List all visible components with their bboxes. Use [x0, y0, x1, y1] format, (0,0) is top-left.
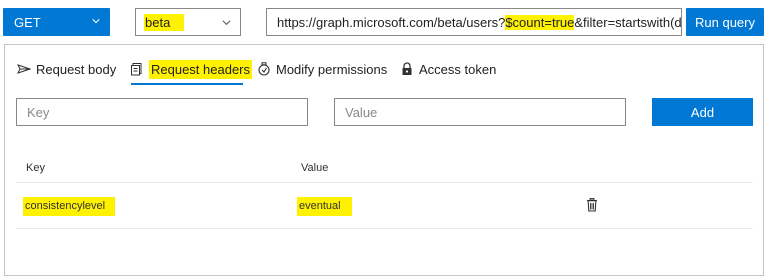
add-header-button[interactable]: Add — [652, 98, 753, 126]
header-key-input[interactable]: Key — [16, 98, 308, 126]
graph-explorer: GET beta https://graph.microsoft.com/bet… — [0, 0, 768, 280]
tab-modify-permissions[interactable]: Modify permissions — [257, 58, 387, 80]
table-row: consistencylevel eventual — [16, 183, 753, 229]
tab-request-headers[interactable]: Request headers — [130, 58, 253, 80]
version-dropdown[interactable]: beta — [135, 8, 241, 36]
url-text-highlight: $count=true — [505, 14, 575, 30]
permissions-icon — [258, 62, 270, 76]
run-query-button[interactable]: Run query — [686, 8, 764, 36]
method-label: GET — [14, 14, 41, 30]
header-value-input[interactable]: Value — [334, 98, 626, 126]
chevron-down-icon — [92, 19, 100, 24]
url-text-after: &filter=startswith(d... — [574, 14, 682, 30]
header-value-cell: eventual — [297, 197, 352, 216]
header-key-cell: consistencylevel — [23, 197, 116, 216]
request-panel: Request body Request headers Modify perm… — [4, 44, 764, 276]
delete-icon[interactable] — [586, 198, 598, 212]
chevron-down-icon — [222, 20, 231, 26]
version-label: beta — [144, 13, 185, 31]
send-icon — [17, 64, 31, 74]
lock-icon — [402, 62, 412, 75]
url-input[interactable]: https://graph.microsoft.com/beta/users? $… — [266, 8, 682, 36]
request-tabs: Request body Request headers Modify perm… — [5, 45, 763, 87]
column-header-value: Value — [301, 162, 329, 174]
active-tab-indicator — [131, 83, 243, 85]
tab-request-body[interactable]: Request body — [17, 58, 116, 80]
url-text-before: https://graph.microsoft.com/beta/users? — [277, 14, 506, 30]
method-dropdown[interactable]: GET — [3, 8, 110, 36]
tab-label: Request body — [36, 61, 117, 77]
tab-label: Access token — [419, 61, 497, 77]
column-header-key: Key — [26, 162, 45, 174]
headers-icon — [131, 63, 142, 76]
tab-label: Request headers — [149, 59, 253, 79]
tab-label: Modify permissions — [276, 61, 388, 77]
tab-access-token[interactable]: Access token — [400, 58, 496, 80]
table-header: Key Value — [16, 148, 753, 183]
headers-table: Key Value consistencylevel eventual — [16, 148, 753, 229]
